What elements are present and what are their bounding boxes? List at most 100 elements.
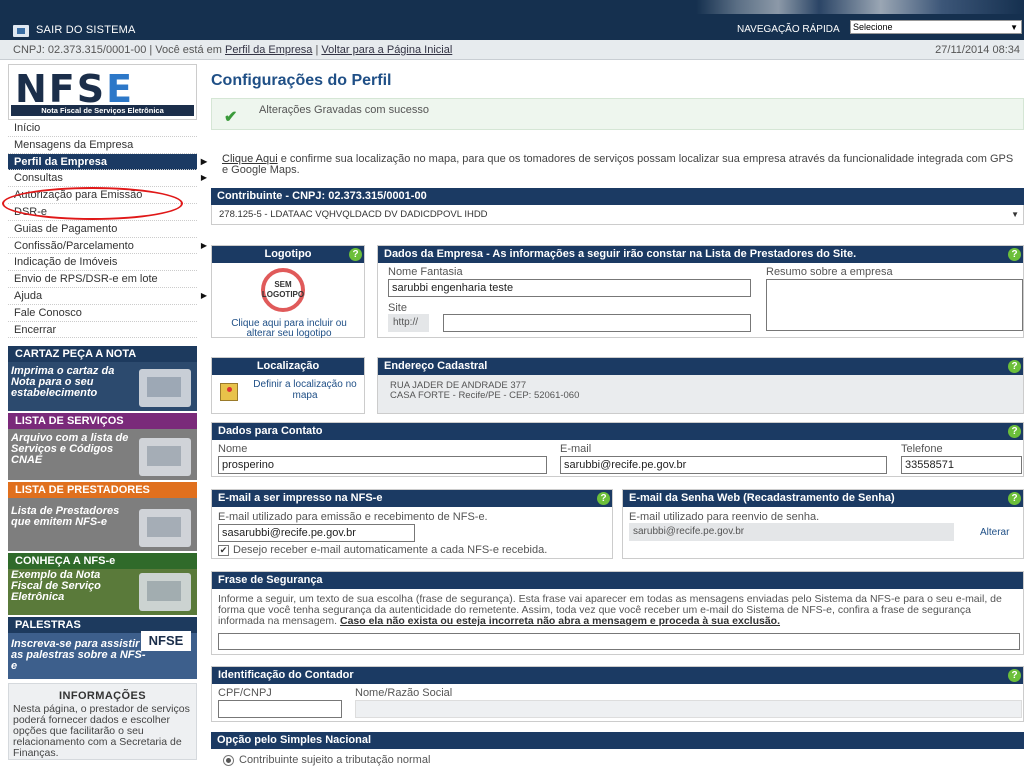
- info-text: Nesta página, o prestador de serviços po…: [13, 703, 190, 760]
- contribuinte-select[interactable]: 278.125-5 - LDATAAC VQHVQLDACD DV DADICD…: [211, 205, 1024, 225]
- telefone-input[interactable]: 33558571: [901, 456, 1022, 474]
- help-icon[interactable]: ?: [1008, 360, 1021, 373]
- nome-input[interactable]: prosperino: [218, 456, 547, 474]
- current-datetime: 27/11/2014 08:34: [935, 44, 1020, 56]
- email-label: E-mail: [560, 443, 592, 455]
- help-icon[interactable]: ?: [349, 248, 362, 261]
- simples-option-label: Contribuinte sujeito a tributação normal: [239, 754, 431, 766]
- simples-radio[interactable]: [223, 755, 234, 766]
- quick-nav-select[interactable]: Selecione ▼: [850, 20, 1022, 34]
- frase-warning: Caso ela não exista ou esteja incorreta …: [339, 615, 781, 627]
- telefone-label: Telefone: [901, 443, 943, 455]
- banner-lista-text: Arquivo com a lista de Serviços e Código…: [11, 432, 129, 467]
- nome-label: Nome: [218, 443, 248, 455]
- banner-conheca-nfse[interactable]: CONHEÇA A NFS-e Exemplo da Nota Fiscal d…: [8, 553, 197, 616]
- logo-upload-link[interactable]: Clique aqui para incluir ou alterar seu …: [218, 319, 360, 339]
- contribuinte-section: Contribuinte - CNPJ: 02.373.315/0001-00 …: [211, 188, 1024, 225]
- banner-cartaz-title: CARTAZ PEÇA A NOTA: [8, 346, 197, 363]
- email-nfse-checkbox-label: Desejo receber e-mail automaticamente a …: [233, 544, 548, 556]
- sidebar-item-envio-rps[interactable]: Envio de RPS/DSR-e em lote: [8, 271, 197, 288]
- success-message-box: ✔ Alterações Gravadas com sucesso: [211, 98, 1024, 130]
- banner-lista-prestadores[interactable]: LISTA DE PRESTADORES Lista de Prestadore…: [8, 482, 197, 552]
- cpf-input[interactable]: [218, 700, 342, 718]
- highlight-annotation-circle: [2, 187, 183, 220]
- contato-header-label: Dados para Contato: [218, 425, 323, 437]
- map-pin-icon[interactable]: [220, 383, 238, 401]
- contato-panel: Dados para Contato ? Nome prosperino E-m…: [211, 422, 1024, 477]
- sidebar-item-encerrar[interactable]: Encerrar: [8, 322, 197, 339]
- sidebar-item-imoveis[interactable]: Indicação de Imóveis: [8, 254, 197, 272]
- banner-prestadores-text: Lista de Prestadores que emitem NFS-e: [11, 505, 120, 529]
- contribuinte-header: Contribuinte - CNPJ: 02.373.315/0001-00: [211, 188, 1024, 205]
- senha-alterar-link[interactable]: Alterar: [980, 527, 1009, 538]
- sidebar-item-ajuda[interactable]: Ajuda: [8, 288, 207, 305]
- banner-cartaz[interactable]: CARTAZ PEÇA A NOTA Imprima o cartaz da N…: [8, 346, 197, 412]
- site-prefix: http://: [388, 314, 429, 332]
- no-logo-label: SEM LOGOTIPO: [261, 280, 305, 299]
- razao-input: [355, 700, 1022, 718]
- banner-palestras[interactable]: PALESTRAS Inscreva-se para assistir as p…: [8, 617, 197, 680]
- quick-nav-label: NAVEGAÇÃO RÁPIDA: [737, 24, 840, 35]
- help-icon[interactable]: ?: [1008, 248, 1021, 261]
- email-nfse-checkbox[interactable]: ✔: [218, 545, 229, 556]
- sidebar-menu: Início Mensagens da Empresa Perfil da Em…: [8, 120, 207, 339]
- sidebar-item-guias[interactable]: Guias de Pagamento: [8, 221, 197, 238]
- frase-panel: Frase de Segurança Informe a seguir, um …: [211, 571, 1024, 655]
- resumo-textarea[interactable]: [766, 279, 1023, 331]
- help-icon[interactable]: ?: [1008, 492, 1021, 505]
- chevron-down-icon: ▼: [1011, 210, 1019, 219]
- no-logo-icon[interactable]: SEM LOGOTIPO: [261, 268, 305, 312]
- nfse-logo[interactable]: NFSE Nota Fiscal de Serviços Eletrônica: [8, 64, 197, 120]
- banner-lista-title: LISTA DE SERVIÇOS: [8, 413, 197, 430]
- frase-header: Frase de Segurança: [212, 572, 1023, 589]
- endereco-text: RUA JADER DE ANDRADE 377 CASA FORTE - Rec…: [390, 380, 580, 401]
- site-input[interactable]: [443, 314, 751, 332]
- map-location-notice-text: e confirme sua localização no mapa, para…: [222, 153, 1014, 176]
- help-icon[interactable]: ?: [597, 492, 610, 505]
- site-label: Site: [388, 302, 407, 314]
- email-nfse-input[interactable]: sasarubbi@recife.pe.gov.br: [218, 524, 415, 542]
- sidebar-item-mensagens[interactable]: Mensagens da Empresa: [8, 137, 197, 154]
- header-photo-strip: [0, 0, 1024, 14]
- banner-lista-servicos[interactable]: LISTA DE SERVIÇOS Arquivo com a lista de…: [8, 413, 197, 481]
- banner-conheca-text: Exemplo da Nota Fiscal de Serviço Eletrô…: [11, 569, 101, 604]
- exit-button[interactable]: SAIR DO SISTEMA: [36, 24, 136, 36]
- main-content: Configurações do Perfil ✔ Alterações Gra…: [211, 64, 1024, 766]
- contribuinte-select-value: 278.125-5 - LDATAAC VQHVQLDACD DV DADICD…: [219, 209, 488, 220]
- document-list-icon: [139, 509, 191, 548]
- success-message: Alterações Gravadas com sucesso: [259, 104, 429, 116]
- exit-icon[interactable]: [13, 25, 29, 37]
- contador-header: Identificação do Contador ?: [212, 667, 1023, 684]
- checkmark-icon: ✔: [224, 109, 238, 126]
- nfse-logo-tagline: Nota Fiscal de Serviços Eletrônica: [11, 105, 194, 116]
- dados-empresa-header-label: Dados da Empresa - As informações a segu…: [384, 248, 857, 260]
- senha-email-value: sarubbi@recife.pe.gov.br: [629, 523, 954, 541]
- contato-header: Dados para Contato ?: [212, 423, 1023, 440]
- define-location-link[interactable]: Definir a localização no mapa: [250, 379, 360, 401]
- senha-header-label: E-mail da Senha Web (Recadastramento de …: [629, 492, 895, 504]
- nome-fantasia-input[interactable]: sarubbi engenharia teste: [388, 279, 751, 297]
- contador-header-label: Identificação do Contador: [218, 669, 354, 681]
- cnpj-location-text: CNPJ: 02.373.315/0001-00 | Você está em: [13, 44, 222, 56]
- dados-empresa-panel: Dados da Empresa - As informações a segu…: [377, 245, 1024, 338]
- chevron-down-icon: ▼: [1010, 23, 1018, 32]
- contador-panel: Identificação do Contador ? CPF/CNPJ Nom…: [211, 666, 1024, 722]
- help-icon[interactable]: ?: [1008, 669, 1021, 682]
- sidebar-item-consultas[interactable]: Consultas: [8, 170, 207, 188]
- nome-fantasia-label: Nome Fantasia: [388, 266, 463, 278]
- email-nfse-panel: E-mail a ser impresso na NFS-e ? E-mail …: [211, 489, 613, 559]
- sidebar-item-fale-conosco[interactable]: Fale Conosco: [8, 305, 197, 322]
- top-bar: SAIR DO SISTEMA NAVEGAÇÃO RÁPIDA Selecio…: [0, 0, 1024, 40]
- banner-palestras-text: Inscreva-se para assistir as palestras s…: [11, 638, 146, 673]
- info-box: INFORMAÇÕES Nesta página, o prestador de…: [8, 683, 197, 761]
- sidebar-item-perfil[interactable]: Perfil da Empresa: [8, 153, 207, 171]
- frase-input[interactable]: [218, 633, 1020, 650]
- help-icon[interactable]: ?: [1008, 425, 1021, 438]
- back-home-link[interactable]: Voltar para a Página Inicial: [321, 44, 452, 56]
- sidebar-item-confissao[interactable]: Confissão/Parcelamento: [8, 238, 207, 255]
- banner-prestadores-title: LISTA DE PRESTADORES: [8, 482, 197, 499]
- email-input[interactable]: sarubbi@recife.pe.gov.br: [560, 456, 887, 474]
- sidebar-item-inicio[interactable]: Início: [8, 120, 197, 137]
- breadcrumb-current-link[interactable]: Perfil da Empresa: [225, 44, 312, 56]
- endereco-panel: Endereço Cadastral ? RUA JADER DE ANDRAD…: [377, 357, 1024, 414]
